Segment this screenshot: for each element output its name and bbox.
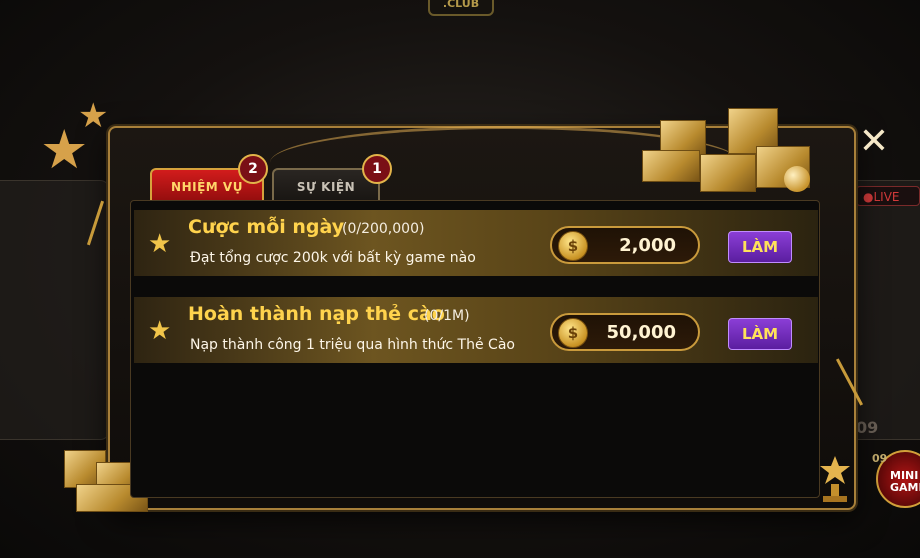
club-logo: .CLUB [428, 0, 494, 16]
star-decoration-icon: ★ [78, 96, 109, 136]
mission-description: Đạt tổng cược 200k với bất kỳ game nào [190, 250, 476, 266]
gift-box-decoration [700, 154, 756, 192]
live-dot-icon: ● [863, 190, 874, 204]
coin-icon: $ [558, 318, 588, 348]
reward-box: $ 50,000 [550, 313, 700, 351]
mission-progress: (0/1M) [424, 308, 470, 324]
tab-nhiem-vu-badge: 2 [238, 154, 268, 184]
mission-row: ★ Hoàn thành nạp thẻ cào (0/1M) Nạp thàn… [134, 297, 818, 363]
live-badge: ●LIVE [856, 186, 920, 206]
close-button[interactable]: ✕ [858, 124, 890, 160]
star-icon: ★ [148, 316, 172, 346]
background-card-left [0, 180, 110, 440]
tab-su-kien-badge: 1 [362, 154, 392, 184]
mission-progress: (0/200,000) [342, 221, 425, 237]
side-number: 09 [856, 418, 879, 437]
reward-amount: 50,000 [606, 322, 676, 343]
trophy-decoration-icon [818, 454, 852, 504]
reward-amount: 2,000 [619, 235, 676, 256]
mission-title: Cược mỗi ngày [188, 216, 345, 238]
gold-ball-decoration [784, 166, 810, 192]
live-badge-label: LIVE [873, 190, 900, 204]
mini-game-count: 09 [872, 452, 888, 465]
reward-box: $ 2,000 [550, 226, 700, 264]
do-mission-button[interactable]: LÀM [728, 318, 792, 350]
close-icon: ✕ [858, 121, 890, 162]
do-mission-button[interactable]: LÀM [728, 231, 792, 263]
mission-description: Nạp thành công 1 triệu qua hình thức Thẻ… [190, 337, 515, 353]
mission-title: Hoàn thành nạp thẻ cào [188, 303, 445, 325]
coin-icon: $ [558, 231, 588, 261]
star-icon: ★ [148, 229, 172, 259]
gift-box-decoration [642, 150, 700, 182]
mission-row: ★ Cược mỗi ngày (0/200,000) Đạt tổng cượ… [134, 210, 818, 276]
